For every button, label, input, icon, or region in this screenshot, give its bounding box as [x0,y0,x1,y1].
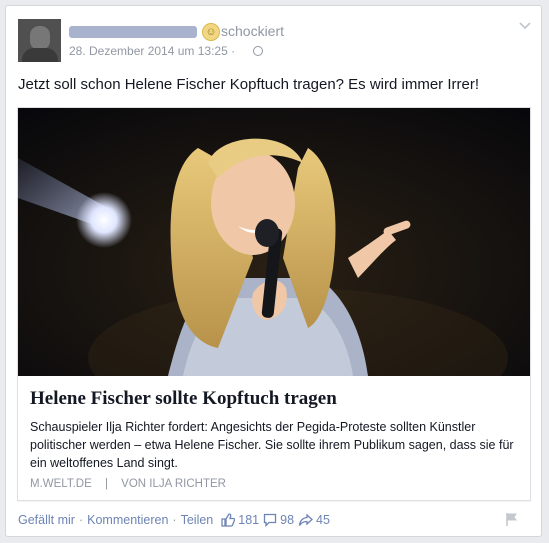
comment-count-value: 98 [280,513,295,527]
link-title[interactable]: Helene Fischer sollte Kopftuch tragen [30,388,337,410]
meta-separator: · [231,44,236,58]
author-name-redacted[interactable] [69,26,197,38]
comment-icon [263,513,277,527]
comment-button[interactable]: Kommentieren [87,513,168,527]
link-source: M.WELT.DE | VON ILJA RICHTER [30,478,226,490]
link-preview[interactable]: Helene Fischer sollte Kopftuch tragen Sc… [17,107,531,501]
action-separator: · [172,513,177,527]
globe-icon[interactable] [253,46,263,56]
share-arrow-icon [298,513,314,526]
comment-count[interactable]: 98 [263,513,294,527]
post-date[interactable]: 28. Dezember 2014 um 13:25 [69,44,228,58]
share-button[interactable]: Teilen [181,513,214,527]
like-button[interactable]: Gefällt mir [18,513,75,527]
like-count-value: 181 [238,513,260,527]
share-count-value: 45 [316,513,330,527]
link-image[interactable] [18,108,530,376]
flag-icon[interactable] [504,511,520,527]
status-text: Jetzt soll schon Helene Fischer Kopftuch… [18,76,480,93]
smiley-icon: ☺ [202,23,220,41]
share-count[interactable]: 45 [298,513,330,527]
action-separator: · [78,513,84,527]
link-author[interactable]: VON ILJA RICHTER [121,478,226,490]
post-actions: Gefällt mir · Kommentieren · Teilen 181 … [18,513,330,527]
like-count[interactable]: 181 [221,513,259,527]
post-meta: 28. Dezember 2014 um 13:25 · [69,44,235,58]
chevron-down-icon[interactable] [518,20,532,30]
feeling-label: schockiert [221,23,285,39]
link-domain: M.WELT.DE [30,478,92,490]
source-separator: | [104,478,108,490]
thumbs-up-icon [221,513,236,527]
avatar[interactable] [18,19,61,62]
post-card: ☺ schockiert 28. Dezember 2014 um 13:25 … [5,5,542,537]
link-description: Schauspieler Ilja Richter fordert: Anges… [30,420,514,470]
